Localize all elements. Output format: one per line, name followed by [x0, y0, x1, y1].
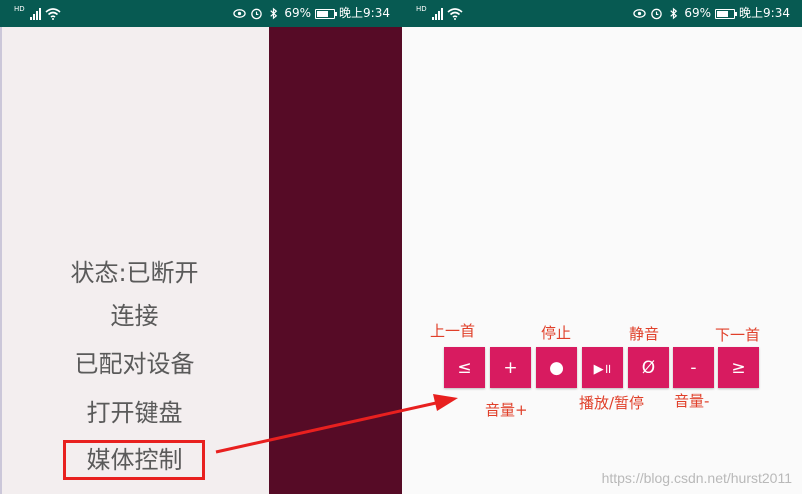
clock: 晚上9:34 — [739, 6, 790, 20]
battery-icon — [715, 8, 738, 19]
menu-connect[interactable]: 连接 — [0, 301, 269, 331]
connection-status: 状态:已断开 — [70, 259, 199, 287]
right-phone-screen: HD 69% 晚上9:34 上一首 停止 静音 下一首 ≤ + ● ▶॥ Ø -… — [402, 0, 802, 494]
menu-paired-devices[interactable]: 已配对设备 — [0, 349, 269, 379]
stop-button[interactable]: ● — [536, 347, 577, 388]
battery-percent: 69% — [284, 6, 312, 20]
status-bar: HD 69% 晚上9:34 — [0, 0, 402, 27]
alarm-icon — [651, 8, 663, 20]
wifi-icon — [447, 7, 463, 20]
dimmed-content — [269, 27, 402, 494]
status-bar: HD 69% 晚上9:34 — [402, 0, 802, 27]
label-prev: 上一首 — [430, 322, 476, 340]
mute-button[interactable]: Ø — [628, 347, 669, 388]
battery-percent: 69% — [684, 6, 712, 20]
volume-up-button[interactable]: + — [490, 347, 531, 388]
next-track-button[interactable]: ≥ — [718, 347, 759, 388]
signal-icon — [29, 7, 41, 20]
clock: 晚上9:34 — [339, 6, 390, 20]
label-play-pause: 播放/暂停 — [579, 394, 645, 412]
eye-icon — [633, 9, 647, 18]
left-phone-screen: HD 69% 晚上9:34 状态:已断开 连接 已配对设备 打开键盘 媒体控制 — [0, 0, 402, 494]
volume-down-button[interactable]: - — [673, 347, 714, 388]
label-mute: 静音 — [629, 325, 660, 343]
play-pause-button[interactable]: ▶॥ — [582, 347, 623, 388]
alarm-icon — [251, 8, 263, 20]
battery-icon — [315, 8, 338, 19]
annotation-highlight-box — [63, 440, 205, 480]
label-stop: 停止 — [541, 324, 572, 342]
menu-open-keyboard[interactable]: 打开键盘 — [0, 398, 269, 428]
label-volume-down: 音量- — [674, 392, 710, 410]
bluetooth-icon — [270, 7, 278, 20]
eye-icon — [233, 9, 247, 18]
signal-icon — [431, 7, 443, 20]
bluetooth-icon — [670, 7, 678, 20]
label-next: 下一首 — [715, 326, 761, 344]
label-volume-up: 音量+ — [485, 401, 528, 419]
prev-track-button[interactable]: ≤ — [444, 347, 485, 388]
watermark: https://blog.csdn.net/hurst2011 — [601, 470, 792, 486]
network-tag: HD — [416, 5, 427, 13]
network-tag: HD — [14, 5, 25, 13]
wifi-icon — [45, 7, 61, 20]
